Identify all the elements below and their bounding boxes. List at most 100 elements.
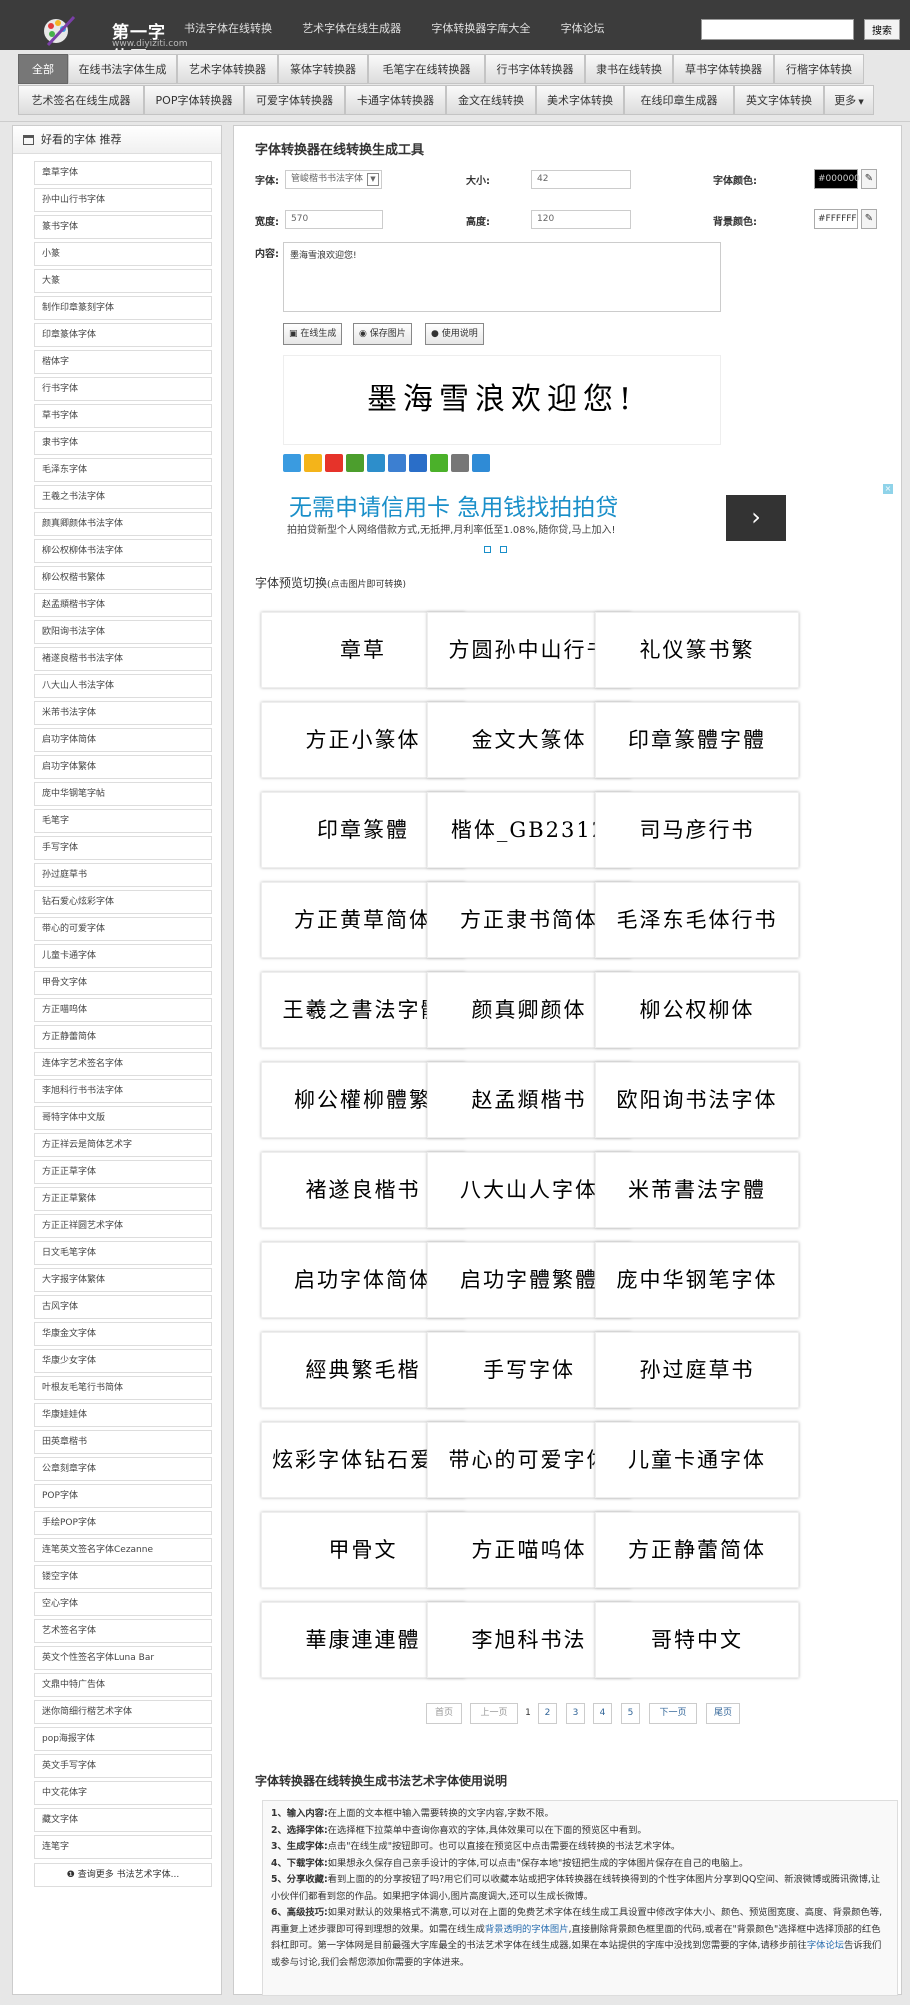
sidebar-item[interactable]: 华康金文字体 xyxy=(34,1322,212,1346)
sidebar-item[interactable]: 手写字体 xyxy=(34,836,212,860)
tab[interactable]: 艺术签名在线生成器 xyxy=(18,85,144,115)
sidebar-item[interactable]: 方正正祥圆艺术字体 xyxy=(34,1214,212,1238)
sidebar-item[interactable]: 方正正草繁体 xyxy=(34,1187,212,1211)
baidu-icon[interactable] xyxy=(409,454,427,472)
ad-banner[interactable]: × 无需申请信用卡 急用钱找拍拍贷 拍拍贷新型个人网络借款方式,无抵押,月利率低… xyxy=(283,483,898,553)
sidebar-item[interactable]: 文鼎中特广告体 xyxy=(34,1673,212,1697)
tab[interactable]: 英文字体转换 xyxy=(734,85,824,115)
tab-all[interactable]: 全部 xyxy=(18,54,68,84)
sidebar-item[interactable]: 公章刻章字体 xyxy=(34,1457,212,1481)
sidebar-item[interactable]: 迷你简细行楷艺术字体 xyxy=(34,1700,212,1724)
sidebar-item[interactable]: 篆书字体 xyxy=(34,215,212,239)
sidebar-item[interactable]: 李旭科行书书法字体 xyxy=(34,1079,212,1103)
sidebar-item[interactable]: 八大山人书法字体 xyxy=(34,674,212,698)
page-prev[interactable]: 上一页 xyxy=(470,1703,518,1724)
qzone-icon[interactable] xyxy=(304,454,322,472)
sidebar-item[interactable]: 行书字体 xyxy=(34,377,212,401)
sidebar-item[interactable]: 连笔字 xyxy=(34,1835,212,1859)
font-color-input[interactable]: #000000 xyxy=(814,169,860,189)
sidebar-item[interactable]: 印章篆体字体 xyxy=(34,323,212,347)
tab[interactable]: 毛笔字在线转换器 xyxy=(368,54,485,84)
sidebar-item[interactable]: 制作印章篆刻字体 xyxy=(34,296,212,320)
page-number[interactable]: 5 xyxy=(621,1703,640,1724)
top-nav-link[interactable]: 书法字体在线转换 xyxy=(184,22,272,35)
width-input[interactable]: 570 xyxy=(285,210,383,229)
top-nav-link[interactable]: 艺术字体在线生成器 xyxy=(302,22,401,35)
sidebar-item[interactable]: 藏文字体 xyxy=(34,1808,212,1832)
sidebar-item[interactable]: 启功字体简体 xyxy=(34,728,212,752)
forum-link[interactable]: 字体论坛 xyxy=(807,1940,844,1951)
font-preview-tile[interactable]: 米芾書法字體 xyxy=(595,1152,799,1228)
sidebar-item[interactable]: 方正喵呜体 xyxy=(34,998,212,1022)
sidebar-item[interactable]: 方正正草字体 xyxy=(34,1160,212,1184)
ad-dot[interactable] xyxy=(500,546,507,553)
print-icon[interactable] xyxy=(451,454,469,472)
sidebar-item[interactable]: 褚遂良楷书书法字体 xyxy=(34,647,212,671)
site-logo[interactable]: 第一字体网 www.diyiziti.com xyxy=(30,6,188,68)
sidebar-item[interactable]: 日文毛笔字体 xyxy=(34,1241,212,1265)
sidebar-item[interactable]: 孙中山行书字体 xyxy=(34,188,212,212)
sidebar-item[interactable]: 大字报字体繁体 xyxy=(34,1268,212,1292)
sidebar-item[interactable]: 带心的可爱字体 xyxy=(34,917,212,941)
renren-icon[interactable] xyxy=(346,454,364,472)
tab[interactable]: 草书字体转换器 xyxy=(673,54,774,84)
sidebar-item[interactable]: 欧阳询书法字体 xyxy=(34,620,212,644)
page-number[interactable]: 3 xyxy=(566,1703,585,1724)
sidebar-item[interactable]: 柳公权楷书繁体 xyxy=(34,566,212,590)
tab[interactable]: 行书字体转换器 xyxy=(485,54,585,84)
tab[interactable]: 美术字体转换 xyxy=(536,85,624,115)
close-icon[interactable]: × xyxy=(883,484,893,494)
sidebar-item[interactable]: 叶根友毛笔行书简体 xyxy=(34,1376,212,1400)
sidebar-item[interactable]: 庞中华钢笔字帖 xyxy=(34,782,212,806)
font-preview-tile[interactable]: 印章篆體字體 xyxy=(595,702,799,778)
tab[interactable]: 金文在线转换 xyxy=(446,85,536,115)
sidebar-item[interactable]: 王羲之书法字体 xyxy=(34,485,212,509)
edit-color-icon[interactable]: ✎ xyxy=(861,169,877,189)
tab[interactable]: 卡通字体转换器 xyxy=(345,85,446,115)
tab[interactable]: POP字体转换器 xyxy=(144,85,244,115)
sidebar-item[interactable]: 毛笔字 xyxy=(34,809,212,833)
sidebar-item[interactable]: 颜真卿颜体书法字体 xyxy=(34,512,212,536)
font-preview-tile[interactable]: 柳公权柳体 xyxy=(595,972,799,1048)
tab[interactable]: 艺术字体转换器 xyxy=(177,54,278,84)
top-nav-link[interactable]: 字体论坛 xyxy=(561,22,605,35)
people-icon[interactable] xyxy=(388,454,406,472)
page-number[interactable]: 2 xyxy=(538,1703,557,1724)
transparent-bg-link[interactable]: 背景透明的字体图片 xyxy=(485,1924,569,1935)
sidebar-item[interactable]: 连笔英文签名字体Cezanne xyxy=(34,1538,212,1562)
save-image-button[interactable]: ◉ 保存图片 xyxy=(353,323,412,345)
favorite-star-icon[interactable] xyxy=(283,454,301,472)
sidebar-item[interactable]: 儿童卡通字体 xyxy=(34,944,212,968)
sidebar-item[interactable]: 华康娃娃体 xyxy=(34,1403,212,1427)
sidebar-item[interactable]: 古风字体 xyxy=(34,1295,212,1319)
sidebar-item[interactable]: 甲骨文字体 xyxy=(34,971,212,995)
sidebar-item[interactable]: 章草字体 xyxy=(34,161,212,185)
page-next[interactable]: 下一页 xyxy=(649,1703,697,1724)
tab[interactable]: 在线书法字体生成 xyxy=(68,54,177,84)
sidebar-item[interactable]: 启功字体繁体 xyxy=(34,755,212,779)
sidebar-item[interactable]: 英文手写字体 xyxy=(34,1754,212,1778)
font-preview-tile[interactable]: 毛泽东毛体行书 xyxy=(595,882,799,958)
sidebar-item[interactable]: 田英章楷书 xyxy=(34,1430,212,1454)
bg-color-input[interactable]: #FFFFFF xyxy=(814,209,858,229)
sidebar-item[interactable]: 手绘POP字体 xyxy=(34,1511,212,1535)
tab[interactable]: 行楷字体转换 xyxy=(774,54,864,84)
top-nav-link[interactable]: 字体转换器字库大全 xyxy=(431,22,530,35)
font-preview-tile[interactable]: 礼仪篆书繁 xyxy=(595,612,799,688)
page-first[interactable]: 首页 xyxy=(426,1703,462,1724)
chevron-right-icon[interactable]: › xyxy=(726,495,786,541)
sidebar-item[interactable]: 艺术签名字体 xyxy=(34,1619,212,1643)
ad-dot[interactable] xyxy=(484,546,491,553)
sidebar-item[interactable]: 赵孟頫楷书字体 xyxy=(34,593,212,617)
page-number[interactable]: 4 xyxy=(593,1703,612,1724)
tab[interactable]: 在线印章生成器 xyxy=(624,85,734,115)
page-last[interactable]: 尾页 xyxy=(706,1703,740,1724)
tencent-weibo-icon[interactable] xyxy=(367,454,385,472)
font-select[interactable]: 管峻楷书书法字体 ▼ xyxy=(285,170,382,189)
font-preview-tile[interactable]: 儿童卡通字体 xyxy=(595,1422,799,1498)
tab-more[interactable]: 更多 ▼ xyxy=(824,85,874,115)
sidebar-item[interactable]: 隶书字体 xyxy=(34,431,212,455)
sidebar-item[interactable]: 草书字体 xyxy=(34,404,212,428)
help-button[interactable]: ● 使用说明 xyxy=(425,323,484,345)
ad-description[interactable]: 拍拍贷新型个人网络借款方式,无抵押,月利率低至1.08%,随你贷,马上加入! xyxy=(287,521,616,536)
